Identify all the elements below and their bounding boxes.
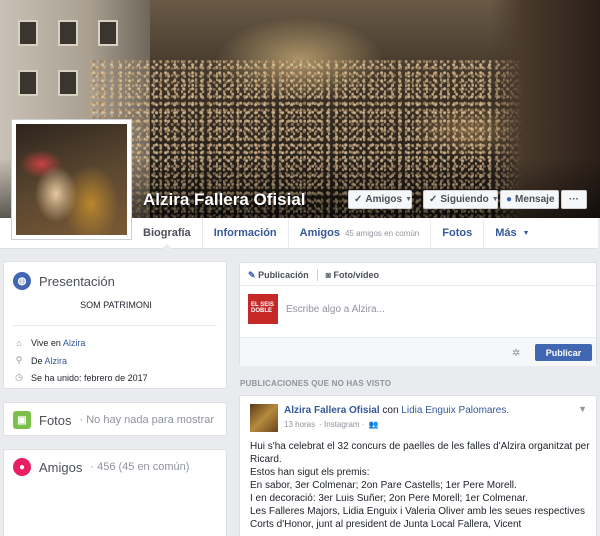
cover-window [58, 20, 78, 46]
more-dots-icon: ··· [569, 194, 579, 205]
post-timestamp[interactable]: 13 horas [284, 420, 315, 429]
composer-tabs: ✎ Publicación ◙ Foto/vídeo [248, 269, 379, 281]
intro-motto: SOM PATRIMONI [80, 300, 152, 310]
tab-label: Fotos [442, 227, 473, 239]
post-text-line: Hui s'ha celebrat el 32 concurs de paell… [250, 441, 590, 465]
cover-window [18, 20, 38, 46]
composer-tab-post-label: Publicación [258, 269, 309, 280]
globe-icon: ◍ [13, 272, 31, 290]
mutual-friends-count: 45 amigos en común [344, 228, 420, 238]
profile-nav: Biografía Información Amigos 45 amigos e… [132, 218, 598, 249]
chevron-down-icon[interactable]: ▼ [578, 404, 587, 414]
post-text-line: Estos han sigut els premis: [250, 467, 370, 478]
post-composer: ✎ Publicación ◙ Foto/vídeo EL SEIS DOBLE… [239, 262, 597, 366]
composer-input[interactable]: Escribe algo a Alzira... [286, 304, 385, 315]
post-text-line: I en decoració: 3er Luis Suñer; 2on Pere… [250, 493, 528, 504]
following-button[interactable]: ✓ Siguiendo ▼ [423, 190, 499, 209]
tab-friends[interactable]: Amigos 45 amigos en común [289, 218, 432, 248]
location-pin-icon: ⚲ [15, 355, 23, 365]
post-header: Alzira Fallera Ofisial con Lidia Enguix … [284, 405, 509, 416]
post-source: · Instagram · [319, 420, 365, 429]
tab-timeline[interactable]: Biografía [132, 218, 203, 249]
intro-heading: ◍ Presentación [13, 272, 115, 290]
photos-card: ▣ Fotos · No hay nada para mostrar [3, 402, 227, 436]
intro-title: Presentación [39, 273, 115, 289]
friends-count: · 456 (45 en común) [90, 461, 190, 473]
more-options-button[interactable]: ··· [561, 190, 587, 209]
publish-button[interactable]: Publicar [535, 344, 592, 361]
friends-button[interactable]: ✓ Amigos ▼ [348, 190, 412, 209]
friends-card: ● Amigos · 456 (45 en común) [3, 449, 227, 536]
following-button-label: Siguiendo [440, 194, 489, 205]
gear-icon[interactable]: ✲ [512, 348, 520, 359]
composer-avatar: EL SEIS DOBLE [248, 294, 278, 324]
profile-image [16, 124, 127, 235]
clock-icon: ◷ [15, 372, 23, 382]
post-tagged-link[interactable]: Lidia Enguix Palomares. [401, 405, 509, 416]
feed-post: Alzira Fallera Ofisial con Lidia Enguix … [239, 395, 597, 536]
joined-text: Se ha unido: febrero de 2017 [31, 372, 148, 383]
photos-heading: ▣ Fotos · No hay nada para mostrar [13, 411, 214, 429]
camera-icon: ◙ [325, 270, 332, 280]
friends-icon: ● [13, 458, 31, 476]
post-with-word: con [382, 405, 399, 416]
photo-icon: ▣ [13, 411, 31, 429]
tab-about[interactable]: Información [203, 218, 289, 248]
message-button[interactable]: ● Mensaje [500, 190, 559, 209]
cover-window [18, 70, 38, 96]
friends-button-label: Amigos [365, 194, 403, 205]
feed-section-title: PUBLICACIONES QUE NO HAS VISTO [240, 379, 392, 388]
home-icon: ⌂ [16, 338, 22, 348]
tab-label: Biografía [143, 227, 191, 239]
composer-tab-photo[interactable]: ◙ Foto/vídeo [326, 270, 379, 280]
post-author-avatar[interactable] [250, 404, 278, 432]
friends-title[interactable]: Amigos [39, 460, 82, 475]
photos-empty-text: · No hay nada para mostrar [79, 414, 215, 426]
tab-label: Más [495, 227, 517, 239]
caret-down-icon: ▼ [491, 196, 499, 203]
tab-label: Amigos [299, 227, 340, 239]
divider [240, 285, 596, 286]
composer-tab-photo-label: Foto/vídeo [333, 270, 380, 280]
profile-picture[interactable] [11, 119, 132, 240]
avatar-text: DOBLE [251, 308, 272, 314]
caret-down-icon: ▼ [405, 196, 412, 203]
intro-lives-row: ⌂ Vive en Alzira [15, 338, 85, 348]
pencil-icon: ✎ [248, 269, 256, 280]
from-prefix: De [31, 355, 43, 366]
divider [316, 269, 318, 281]
from-link[interactable]: Alzira [45, 356, 68, 366]
photos-title[interactable]: Fotos [39, 413, 72, 428]
composer-tab-post[interactable]: ✎ Publicación [248, 270, 309, 281]
post-text-line: Les Falleres Majors, Lidia Enguix i Vale… [250, 506, 585, 530]
post-text-line: En sabor, 3er Colmenar; 2on Pare Castell… [250, 480, 517, 491]
tab-photos[interactable]: Fotos [431, 218, 485, 248]
intro-joined-row: ◷ Se ha unido: febrero de 2017 [15, 372, 148, 383]
check-icon: ✓ [429, 194, 438, 205]
messenger-icon: ● [506, 194, 513, 205]
post-author-link[interactable]: Alzira Fallera Ofisial [284, 405, 380, 416]
intro-card: ◍ Presentación SOM PATRIMONI ⌂ Vive en A… [3, 261, 227, 389]
cover-window [58, 70, 78, 96]
friends-audience-icon[interactable]: 👥 [368, 420, 378, 429]
lives-prefix: Vive en [31, 338, 61, 348]
post-body: Hui s'ha celebrat el 32 concurs de paell… [250, 440, 592, 531]
cover-window [98, 20, 118, 46]
friends-heading: ● Amigos · 456 (45 en común) [13, 458, 189, 476]
intro-from-row: ⚲ De Alzira [15, 355, 67, 366]
page-title[interactable]: Alzira Fallera Ofisial [143, 190, 306, 210]
caret-down-icon: ▼ [522, 229, 530, 237]
divider [13, 325, 217, 326]
tab-more[interactable]: Más ▼ [484, 218, 540, 248]
post-meta: 13 horas · Instagram · 👥 [284, 420, 378, 429]
check-icon: ✓ [354, 194, 363, 205]
tab-label: Información [213, 227, 277, 239]
message-button-label: Mensaje [515, 194, 555, 205]
lives-link[interactable]: Alzira [63, 338, 86, 348]
